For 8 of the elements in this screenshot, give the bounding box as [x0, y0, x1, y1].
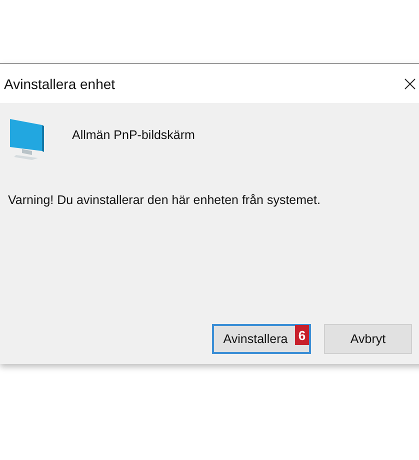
step-badge: 6: [295, 325, 309, 345]
window-title: Avinstallera enhet: [4, 76, 116, 92]
close-icon[interactable]: [404, 78, 416, 90]
warning-text: Varning! Du avinstallerar den här enheten från systemet.: [8, 193, 322, 207]
monitor-icon: [8, 117, 46, 161]
cancel-button[interactable]: Avbryt: [324, 324, 412, 354]
uninstall-button[interactable]: Avinstallera 6: [212, 324, 311, 354]
device-name: Allmän PnP-bildskärm: [72, 128, 195, 142]
